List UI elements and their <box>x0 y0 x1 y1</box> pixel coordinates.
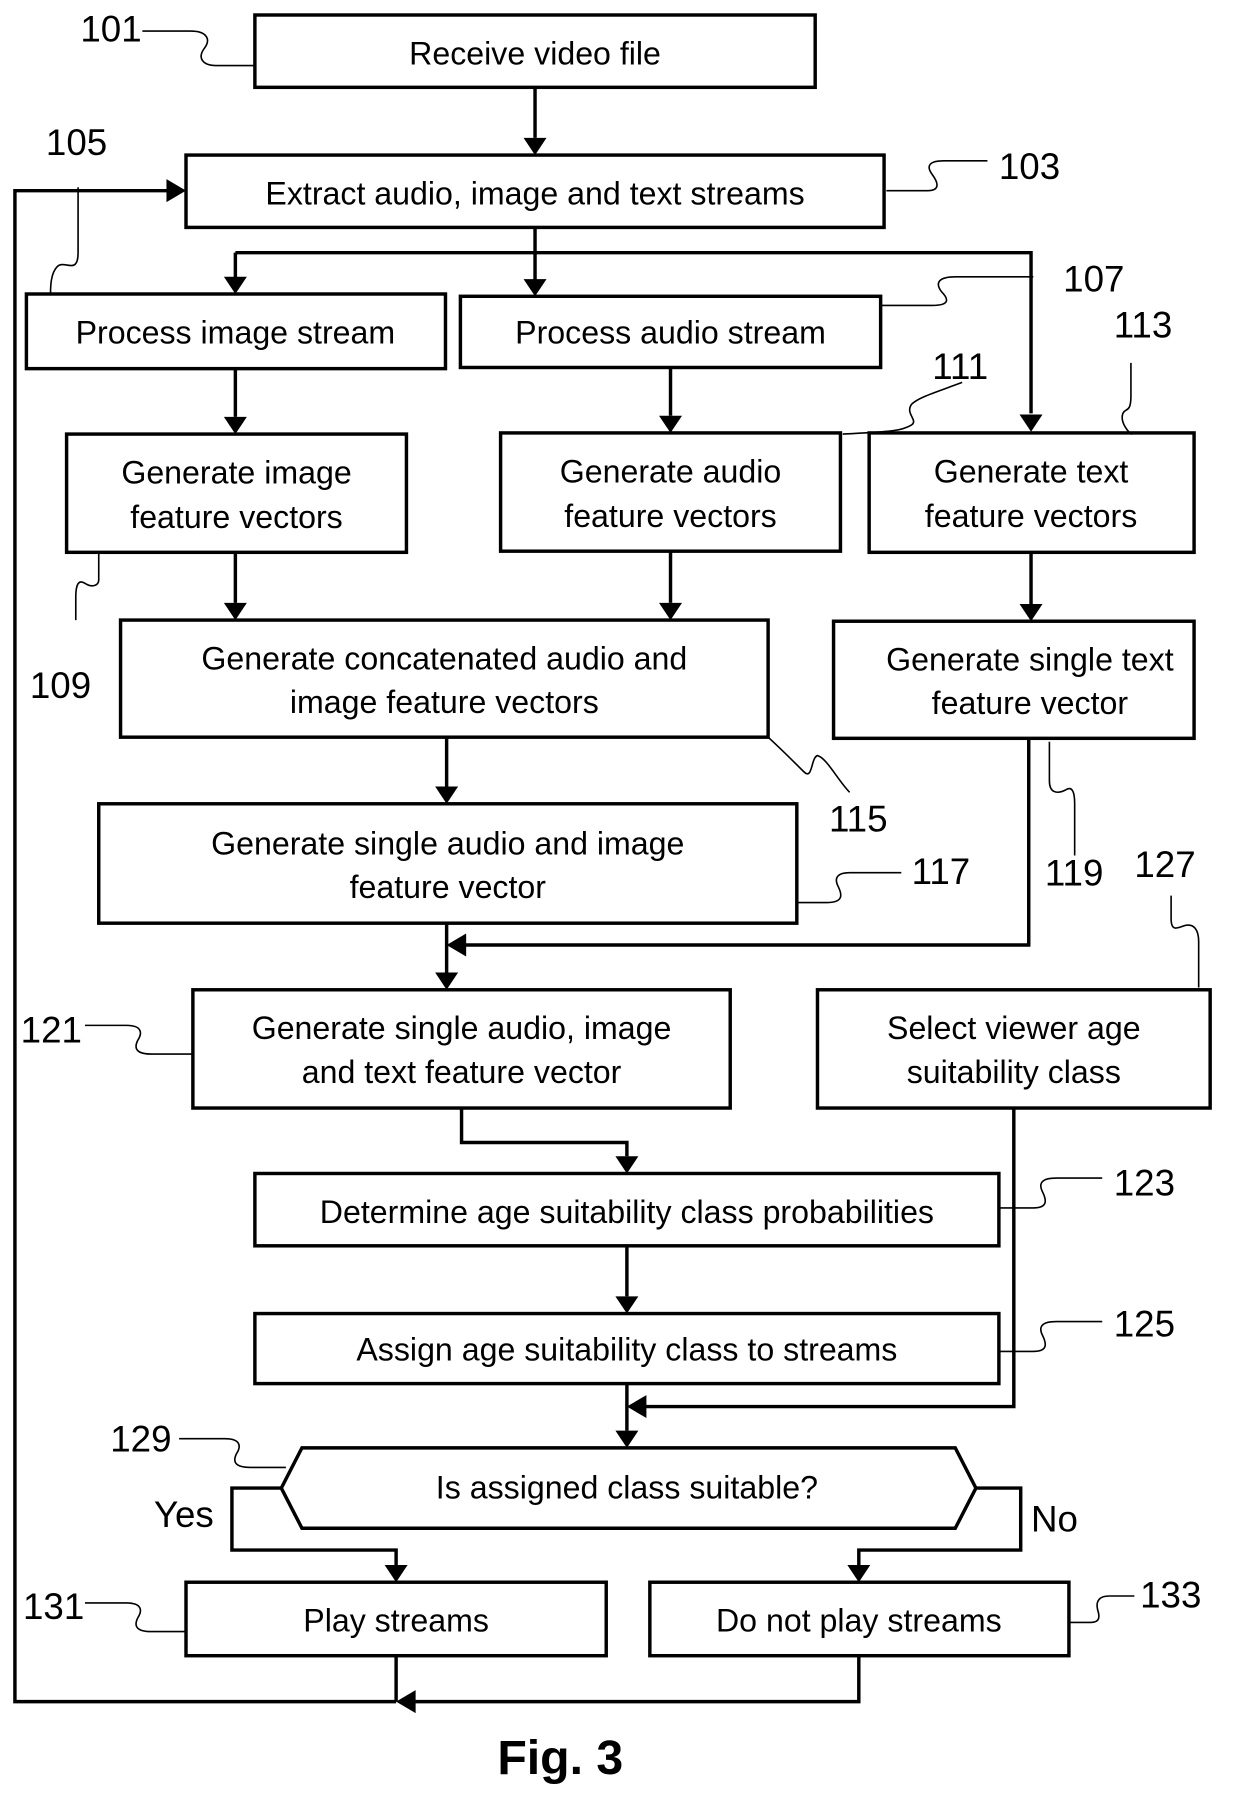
svg-text:Play streams: Play streams <box>303 1603 489 1639</box>
ref-111: 111 <box>932 346 988 387</box>
step-101-receive-video: Receive video file <box>253 13 817 90</box>
step-111-audio-feature-vectors: Generate audio feature vectors <box>498 431 843 553</box>
svg-text:Generate concatenated audio an: Generate concatenated audio and <box>201 640 687 676</box>
step-107-process-audio: Process audio stream <box>458 294 883 370</box>
svg-text:image feature vectors: image feature vectors <box>290 684 599 720</box>
step-117-single-audio-image-vector: Generate single audio and image feature … <box>97 802 799 925</box>
arrow-head <box>166 179 186 203</box>
ref-113: 113 <box>1114 305 1173 346</box>
arrow-head <box>659 602 682 621</box>
svg-text:suitability class: suitability class <box>907 1054 1121 1090</box>
svg-text:Select viewer age: Select viewer age <box>887 1010 1141 1046</box>
svg-text:Generate single text: Generate single text <box>886 642 1174 678</box>
step-109-image-feature-vectors: Generate image feature vectors <box>64 432 409 555</box>
step-103-extract-streams: Extract audio, image and text streams <box>184 153 886 230</box>
branch-yes-label: Yes <box>154 1494 214 1535</box>
svg-text:Generate image: Generate image <box>121 454 351 490</box>
figure-caption: Fig. 3 <box>497 1731 623 1785</box>
arrow-head <box>523 137 547 156</box>
svg-text:Generate single audio and imag: Generate single audio and image <box>211 825 684 861</box>
arrow-head <box>223 276 247 294</box>
step-115-concatenated-vectors: Generate concatenated audio and image fe… <box>118 618 770 739</box>
step-119-single-text-vector: Generate single text feature vector <box>831 619 1196 741</box>
arrow-head <box>615 1296 639 1314</box>
arrow-head <box>384 1565 408 1583</box>
ref-101: 101 <box>80 8 141 49</box>
arrow-head <box>1019 604 1043 622</box>
arrow-head <box>847 1565 871 1583</box>
ref-129: 129 <box>110 1418 171 1459</box>
arrow-head <box>396 1690 416 1714</box>
svg-text:and text feature vector: and text feature vector <box>302 1054 622 1090</box>
arrow-head <box>659 415 682 433</box>
svg-text:Extract audio, image and text: Extract audio, image and text streams <box>265 175 804 211</box>
svg-text:Process image stream: Process image stream <box>76 314 396 350</box>
arrow-head <box>435 786 459 804</box>
ref-109: 109 <box>30 665 91 706</box>
ref-121: 121 <box>21 1010 82 1051</box>
svg-text:Receive video file: Receive video file <box>409 35 661 71</box>
branch-no-label: No <box>1031 1499 1078 1540</box>
ref-117: 117 <box>912 851 971 892</box>
step-127-select-viewer-age: Select viewer age suitability class <box>815 988 1212 1110</box>
step-129-decision: Is assigned class suitable? <box>279 1446 978 1530</box>
svg-text:Do not play streams: Do not play streams <box>716 1603 1002 1639</box>
ref-119: 119 <box>1045 852 1104 893</box>
arrow-head <box>446 933 467 957</box>
arrow-head <box>615 1430 639 1448</box>
svg-text:feature vectors: feature vectors <box>925 498 1137 534</box>
ref-105: 105 <box>46 122 107 163</box>
ref-125: 125 <box>1114 1304 1175 1345</box>
step-113-text-feature-vectors: Generate text feature vectors <box>867 431 1196 555</box>
svg-text:feature vector: feature vector <box>932 685 1129 721</box>
svg-text:Generate audio: Generate audio <box>560 453 781 489</box>
svg-text:Process audio stream: Process audio stream <box>515 314 826 350</box>
arrow-head <box>626 1395 647 1419</box>
svg-text:feature vectors: feature vectors <box>130 499 342 535</box>
step-123-determine-probabilities: Determine age suitability class probabil… <box>253 1171 1001 1248</box>
ref-133: 133 <box>1140 1574 1201 1615</box>
ref-107: 107 <box>1063 259 1124 300</box>
step-131-play-streams: Play streams <box>184 1580 608 1658</box>
arrow-head <box>523 279 547 297</box>
arrow-head <box>1019 414 1043 432</box>
ref-127: 127 <box>1134 844 1195 885</box>
arrow-head <box>223 602 247 621</box>
ref-115: 115 <box>829 798 888 839</box>
step-125-assign-class: Assign age suitability class to streams <box>253 1311 1001 1386</box>
ref-123: 123 <box>1114 1162 1175 1203</box>
svg-text:Generate single audio, image: Generate single audio, image <box>252 1010 672 1046</box>
arrow-head <box>223 416 247 435</box>
flowchart: Receive video file Extract audio, image … <box>13 8 1212 1785</box>
ref-131: 131 <box>23 1586 84 1627</box>
svg-text:Assign age suitability class t: Assign age suitability class to streams <box>356 1332 897 1368</box>
svg-text:Is assigned class suitable?: Is assigned class suitable? <box>436 1469 818 1505</box>
step-133-do-not-play: Do not play streams <box>648 1580 1071 1658</box>
ref-103: 103 <box>999 146 1060 187</box>
arrow-head <box>435 972 459 990</box>
step-121-single-aiv-vector: Generate single audio, image and text fe… <box>191 988 732 1110</box>
svg-text:Determine age suitability clas: Determine age suitability class probabil… <box>320 1194 934 1230</box>
svg-text:Generate text: Generate text <box>934 453 1129 489</box>
svg-text:feature vectors: feature vectors <box>564 498 776 534</box>
step-105-process-image: Process image stream <box>24 292 448 371</box>
svg-text:feature vector: feature vector <box>350 869 547 905</box>
arrow-head <box>615 1156 639 1174</box>
